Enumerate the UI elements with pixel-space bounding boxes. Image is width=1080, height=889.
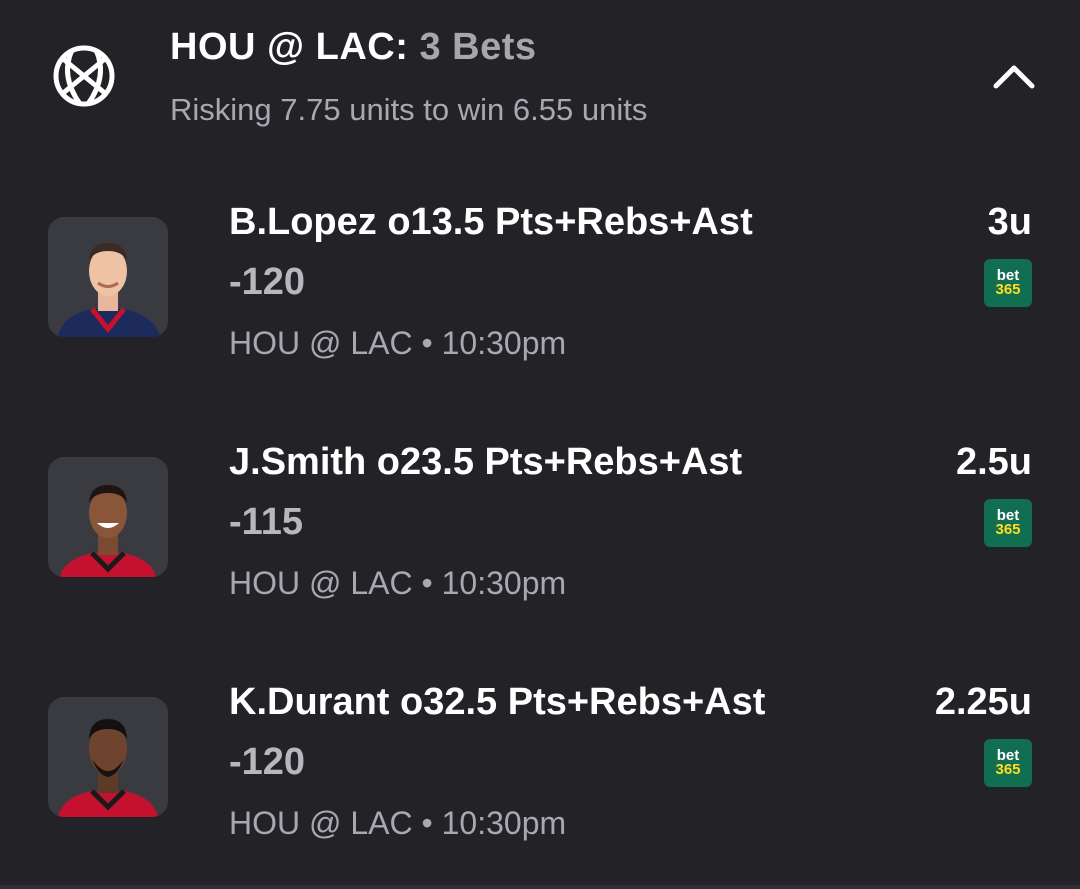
player-avatar bbox=[48, 457, 168, 577]
player-avatar bbox=[48, 217, 168, 337]
card-divider bbox=[0, 885, 1080, 889]
bet-units: 2.25u bbox=[934, 681, 1032, 723]
book-logo-number: 365 bbox=[995, 521, 1021, 538]
bet-game-time: HOU @ LAC • 10:30pm bbox=[229, 565, 567, 601]
player-avatar bbox=[48, 697, 168, 817]
book-logo-number: 365 bbox=[995, 281, 1021, 298]
bet-row[interactable]: B.Lopez o13.5 Pts+Rebs+Ast -120 HOU @ LA… bbox=[0, 201, 1080, 417]
bet-units: 3u bbox=[987, 201, 1032, 243]
game-matchup: HOU @ LAC: bbox=[170, 26, 409, 68]
book-logo-number: 365 bbox=[995, 761, 1021, 778]
bet-odds: -120 bbox=[229, 261, 306, 303]
bet365-logo-icon: bet 365 bbox=[984, 499, 1032, 547]
bet-units: 2.5u bbox=[955, 441, 1032, 483]
bet-description: B.Lopez o13.5 Pts+Rebs+Ast bbox=[229, 201, 753, 243]
bet-description: J.Smith o23.5 Pts+Rebs+Ast bbox=[229, 441, 743, 483]
bet-odds: -120 bbox=[229, 741, 306, 783]
basketball-icon bbox=[50, 42, 118, 110]
bet-odds: -115 bbox=[229, 501, 303, 543]
bet-game-time: HOU @ LAC • 10:30pm bbox=[229, 325, 567, 361]
bet-row[interactable]: J.Smith o23.5 Pts+Rebs+Ast -115 HOU @ LA… bbox=[0, 441, 1080, 657]
bet-row[interactable]: K.Durant o32.5 Pts+Rebs+Ast -120 HOU @ L… bbox=[0, 681, 1080, 889]
game-header[interactable]: HOU @ LAC: 3 Bets Risking 7.75 units to … bbox=[0, 0, 1080, 150]
bet-group-card: HOU @ LAC: 3 Bets Risking 7.75 units to … bbox=[0, 0, 1080, 889]
bet-description: K.Durant o32.5 Pts+Rebs+Ast bbox=[229, 681, 766, 723]
risk-summary: Risking 7.75 units to win 6.55 units bbox=[170, 92, 648, 127]
bet-game-time: HOU @ LAC • 10:30pm bbox=[229, 805, 567, 841]
chevron-up-icon[interactable] bbox=[990, 56, 1038, 96]
bet365-logo-icon: bet 365 bbox=[984, 739, 1032, 787]
bet365-logo-icon: bet 365 bbox=[984, 259, 1032, 307]
bet-count: 3 Bets bbox=[419, 26, 537, 68]
game-title: HOU @ LAC: 3 Bets bbox=[170, 22, 537, 72]
